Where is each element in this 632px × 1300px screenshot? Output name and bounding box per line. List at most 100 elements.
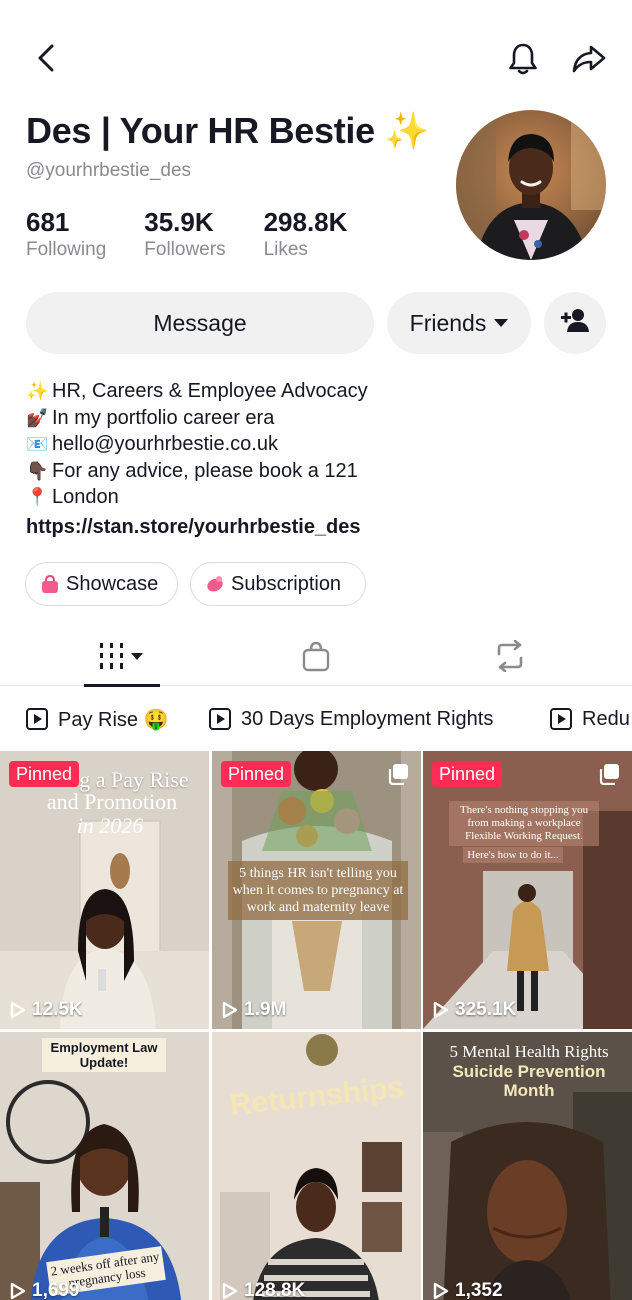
playlist-label: 30 Days Employment Rights	[241, 707, 494, 730]
view-count-value: 1,699	[32, 1280, 80, 1300]
pinned-badge: Pinned	[221, 761, 292, 787]
message-button-label: Message	[153, 309, 247, 336]
playlist-item[interactable]: Pay Rise 🤑	[26, 696, 169, 742]
play-icon	[222, 1001, 238, 1019]
video-overlay-text: Here's how to do it...	[463, 847, 563, 863]
bio-line: 💅🏿 In my portfolio career era	[26, 405, 368, 432]
friends-dropdown-button[interactable]: Friends	[387, 292, 531, 354]
multi-photo-icon	[598, 763, 620, 786]
subscription-label: Subscription	[231, 572, 342, 595]
shopping-bag-icon	[301, 640, 331, 677]
play-icon	[26, 708, 48, 730]
video-thumbnail[interactable]: 5 things HR isn't telling you when it co…	[212, 751, 421, 1029]
video-overlay-text: Suicide Prevention Month	[452, 1062, 606, 1100]
pointing-down-icon: 👇🏿	[26, 460, 49, 481]
bio-text: For any advice, please book a 121	[52, 459, 358, 482]
back-arrow-icon[interactable]	[28, 40, 64, 76]
bio-line: ✨ HR, Careers & Employee Advocacy	[26, 378, 368, 405]
bio-line: 📍 London	[26, 484, 368, 511]
play-icon	[222, 1282, 238, 1300]
stat-label: Followers	[144, 239, 226, 260]
video-thumbnail[interactable]: g a Pay Rise and Promotion in 2026 Pinne…	[0, 751, 209, 1029]
stat-likes[interactable]: 298.8K Likes	[264, 206, 348, 262]
friends-button-label: Friends	[409, 309, 487, 336]
view-count: 128.8K	[222, 1280, 305, 1300]
shopping-bag-icon	[40, 574, 60, 594]
repost-icon	[493, 639, 527, 677]
profile-stats: 681 Following 35.9K Followers 298.8K Lik…	[26, 206, 385, 262]
video-overlay-text: Employment Law Update!	[42, 1038, 166, 1072]
bell-icon[interactable]	[504, 40, 542, 78]
stat-value: 298.8K	[263, 207, 348, 237]
profile-name: Des | Your HR Bestie ✨	[26, 110, 430, 151]
view-count-value: 12.5K	[32, 999, 83, 1020]
stat-label: Likes	[263, 239, 308, 260]
bio-line: 👇🏿 For any advice, please book a 121	[26, 458, 368, 485]
playlist-label: Pay Rise 🤑	[58, 708, 169, 731]
subscription-icon	[205, 574, 225, 594]
video-thumbnail[interactable]: Returnships 128.8K	[212, 1032, 421, 1300]
add-user-icon	[560, 307, 590, 339]
video-overlay-text: 5 things HR isn't telling you when it co…	[228, 861, 408, 920]
showcase-label: Showcase	[66, 572, 159, 595]
showcase-button[interactable]: Showcase	[25, 562, 178, 606]
bio-link[interactable]: https://stan.store/yourhrbestie_des	[26, 516, 361, 539]
video-overlay-text: g a Pay Rise	[79, 767, 189, 792]
nail-polish-icon: 💅🏿	[26, 407, 49, 428]
video-overlay-text: There's nothing stopping you from making…	[449, 801, 599, 846]
bio-text: London	[52, 486, 119, 509]
bio-text: hello@yourhrbestie.co.uk	[52, 433, 278, 456]
video-overlay-text: in 2026	[76, 813, 144, 838]
share-arrow-icon[interactable]	[568, 40, 610, 78]
subscription-button[interactable]: Subscription	[190, 562, 366, 606]
playlist-item[interactable]: Redu	[550, 696, 630, 742]
view-count-value: 1,352	[455, 1280, 503, 1300]
email-icon: 📧	[26, 434, 49, 455]
video-overlay-text: and Promotion	[46, 789, 178, 814]
video-overlay-text: 5 Mental Health Rights	[449, 1042, 609, 1061]
message-button[interactable]: Message	[26, 292, 374, 354]
stat-label: Following	[26, 239, 107, 260]
tab-reposts[interactable]	[480, 630, 540, 686]
pin-icon: 📍	[26, 487, 49, 508]
view-count: 12.5K	[10, 999, 83, 1021]
play-icon	[10, 1282, 26, 1300]
videos-grid-icon	[98, 641, 146, 676]
view-count: 1,352	[433, 1280, 503, 1300]
tab-videos[interactable]	[84, 630, 160, 687]
view-count-value: 128.8K	[244, 1280, 306, 1300]
avatar[interactable]	[456, 110, 606, 260]
profile-bio: ✨ HR, Careers & Employee Advocacy 💅🏿 In …	[26, 378, 368, 511]
play-icon	[209, 708, 231, 730]
playlist-item[interactable]: 30 Days Employment Rights	[209, 696, 493, 742]
stat-value: 35.9K	[144, 207, 214, 237]
play-icon	[550, 708, 572, 730]
playlist-bar: Pay Rise 🤑 30 Days Employment Rights Red…	[0, 696, 632, 742]
caret-down-icon	[494, 319, 509, 327]
view-count-value: 325.1K	[455, 999, 517, 1020]
video-thumbnail[interactable]: Employment Law Update! 2 weeks off after…	[0, 1032, 209, 1300]
add-friend-button[interactable]	[544, 292, 606, 354]
play-icon	[433, 1001, 449, 1019]
view-count: 325.1K	[433, 999, 516, 1021]
stat-followers[interactable]: 35.9K Followers	[144, 206, 225, 262]
pinned-badge: Pinned	[432, 761, 503, 787]
view-count: 1.9M	[222, 999, 286, 1021]
stat-following[interactable]: 681 Following	[26, 206, 106, 262]
profile-tabs	[0, 630, 632, 687]
tab-shop[interactable]	[286, 630, 346, 686]
bio-text: HR, Careers & Employee Advocacy	[52, 380, 368, 402]
stat-value: 681	[26, 207, 70, 237]
bio-text: In my portfolio career era	[52, 406, 275, 429]
view-count: 1,699	[10, 1280, 80, 1300]
profile-handle: @yourhrbestie_des	[26, 160, 192, 181]
video-grid: g a Pay Rise and Promotion in 2026 Pinne…	[0, 751, 632, 1300]
playlist-label: Redu	[582, 707, 630, 730]
play-icon	[433, 1282, 449, 1300]
sparkles-icon: ✨	[26, 381, 49, 401]
video-thumbnail[interactable]: There's nothing stopping you from making…	[423, 751, 632, 1029]
pinned-badge: Pinned	[9, 761, 80, 787]
multi-photo-icon	[387, 763, 409, 786]
video-thumbnail[interactable]: 5 Mental Health Rights Suicide Preventio…	[423, 1032, 632, 1300]
view-count-value: 1.9M	[244, 999, 287, 1020]
